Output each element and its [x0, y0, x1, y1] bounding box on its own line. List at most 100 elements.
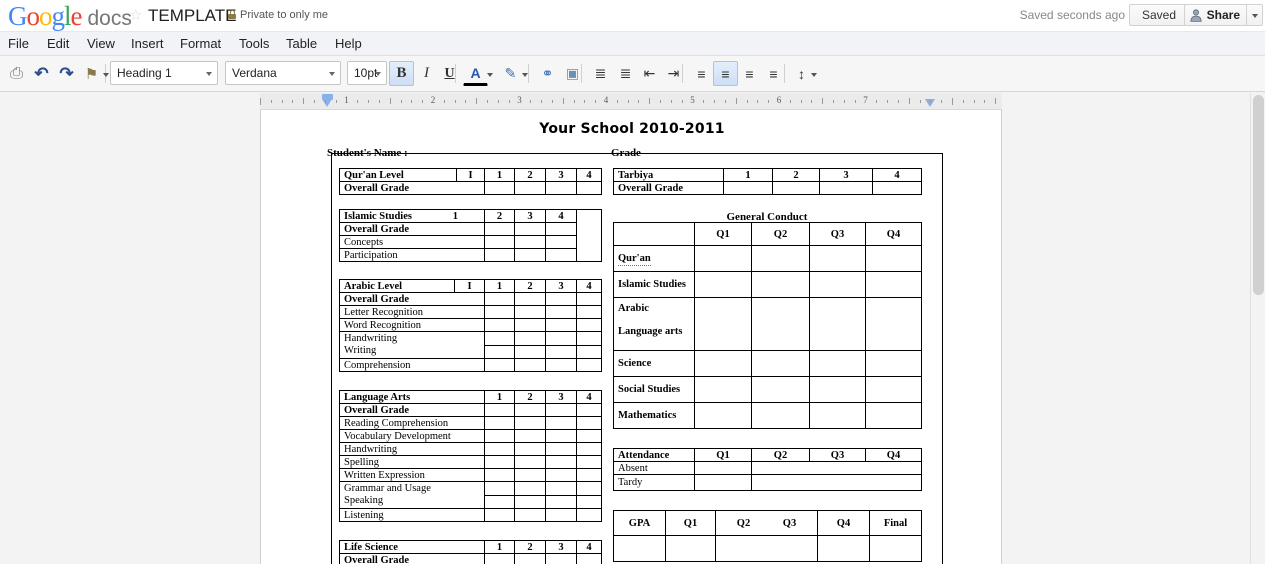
cell-blank[interactable] — [514, 553, 546, 564]
align-right-icon[interactable]: ≡ — [737, 61, 762, 86]
cell-overall-grade[interactable]: Overall Grade — [339, 292, 485, 306]
cell-blank[interactable] — [514, 292, 546, 306]
table-arabic-level[interactable]: Arabic Level I 1 2 3 4 Overall Grade Let… — [339, 279, 602, 372]
cell-blank[interactable] — [809, 402, 866, 429]
menu-help[interactable]: Help — [328, 32, 369, 56]
cell-q3[interactable]: 3 — [545, 540, 577, 554]
cell-q3[interactable]: 3 — [819, 168, 873, 182]
bulleted-list-icon[interactable]: ≣ — [613, 61, 638, 86]
table-tarbiya[interactable]: Tarbiya 1 2 3 4 Overall Grade — [613, 168, 922, 195]
cell-listening[interactable]: Listening — [339, 508, 485, 522]
cell-blank[interactable] — [576, 181, 602, 195]
menu-format[interactable]: Format — [173, 32, 228, 56]
table-general-conduct[interactable]: Q1 Q2 Q3 Q4 Qur'an Islamic Studies Arabi… — [613, 222, 922, 429]
line-spacing-dropdown[interactable] — [808, 61, 820, 86]
cell-blank[interactable] — [576, 455, 602, 469]
cell-blank[interactable] — [576, 494, 602, 509]
cell-word-recognition[interactable]: Word Recognition — [339, 318, 485, 332]
table-quran-level[interactable]: Qur'an Level I 1 2 3 4 Overall Grade — [339, 168, 602, 195]
cell-blank[interactable] — [809, 376, 866, 403]
insert-image-icon[interactable]: ▣ — [560, 61, 585, 86]
cell-blank[interactable] — [545, 455, 577, 469]
menu-file[interactable]: File — [1, 32, 36, 56]
cell-q1[interactable]: Q1 — [665, 510, 716, 536]
cell-blank[interactable] — [545, 358, 577, 372]
cell-blank[interactable] — [484, 508, 515, 522]
bold-icon[interactable]: B — [389, 61, 414, 86]
cell-q3[interactable]: 3 — [545, 279, 577, 293]
font-family-select[interactable]: Verdana — [225, 61, 341, 85]
cell-letter-recognition[interactable]: Letter Recognition — [339, 305, 485, 319]
cell-science[interactable]: Science — [613, 350, 695, 377]
cell-blank[interactable] — [809, 297, 866, 351]
paint-format-dropdown[interactable] — [100, 61, 112, 86]
cell-blank[interactable] — [484, 222, 515, 236]
cell-blank[interactable] — [751, 271, 810, 298]
cell-written-expression[interactable]: Written Expression — [339, 468, 485, 482]
cell-q2[interactable]: 2 — [514, 279, 546, 293]
cell-blank[interactable] — [751, 376, 810, 403]
cell-blank[interactable] — [484, 358, 515, 372]
cell-q2[interactable]: 2 — [484, 209, 515, 223]
cell-q2-q3-merged[interactable]: Q2 Q3 — [715, 510, 818, 536]
cell-blank[interactable] — [545, 222, 577, 236]
cell-blank[interactable] — [545, 494, 577, 509]
cell-blank[interactable] — [484, 553, 515, 564]
cell-blank[interactable] — [576, 403, 602, 417]
menu-table[interactable]: Table — [279, 32, 324, 56]
cell-blank[interactable] — [514, 181, 546, 195]
cell-blank[interactable] — [865, 245, 922, 272]
cell-q1[interactable]: 1 — [484, 279, 515, 293]
cell-language-arts[interactable]: Language Arts — [339, 390, 485, 404]
saved-button[interactable]: Saved — [1128, 4, 1189, 26]
cell-blank[interactable] — [545, 344, 577, 359]
align-left-icon[interactable]: ≡ — [689, 61, 714, 86]
cell-spelling[interactable]: Spelling — [339, 455, 485, 469]
cell-islamic-studies[interactable]: Islamic Studies 1 — [339, 209, 485, 223]
numbered-list-icon[interactable]: ≣ — [588, 61, 613, 86]
cell-blank[interactable] — [576, 553, 602, 564]
cell-blank[interactable] — [576, 442, 602, 456]
vertical-scrollbar[interactable] — [1250, 93, 1265, 564]
cell-quran-level[interactable]: Qur'an Level — [339, 168, 457, 182]
cell-blank[interactable] — [694, 245, 752, 272]
cell-blank[interactable] — [576, 344, 602, 359]
table-islamic-studies[interactable]: Islamic Studies 1 2 3 4 Overall Grade Con… — [339, 209, 602, 262]
cell-blank[interactable] — [715, 535, 818, 562]
cell-blank[interactable] — [869, 535, 922, 562]
cell-q3[interactable]: Q3 — [809, 222, 866, 246]
cell-overall-grade[interactable]: Overall Grade — [613, 181, 724, 195]
cell-blank[interactable] — [809, 350, 866, 377]
cell-blank[interactable] — [865, 376, 922, 403]
cell-reading-comprehension[interactable]: Reading Comprehension — [339, 416, 485, 430]
cell-blank[interactable] — [484, 494, 515, 509]
cell-q1[interactable]: Q1 — [694, 448, 752, 462]
left-indent-marker[interactable] — [322, 94, 333, 107]
cell-blank[interactable] — [484, 305, 515, 319]
cell-empty-corner[interactable] — [613, 222, 695, 246]
cell-blank[interactable] — [484, 468, 515, 482]
cell-blank[interactable] — [576, 331, 602, 346]
scrollbar-thumb[interactable] — [1253, 95, 1264, 295]
cell-blank[interactable] — [514, 331, 546, 346]
cell-q2[interactable]: 2 — [514, 390, 546, 404]
cell-blank[interactable] — [484, 416, 515, 430]
italic-icon[interactable]: I — [414, 61, 439, 86]
cell-final[interactable]: Final — [869, 510, 922, 536]
cell-q4[interactable]: 4 — [545, 209, 577, 223]
cell-blank[interactable] — [484, 181, 515, 195]
cell-q4[interactable]: Q4 — [865, 448, 922, 462]
cell-blank[interactable] — [751, 245, 810, 272]
cell-blank[interactable] — [576, 468, 602, 482]
cell-arabic-level[interactable]: Arabic Level — [339, 279, 455, 293]
text-color-dropdown[interactable] — [484, 61, 496, 86]
cell-concepts[interactable]: Concepts — [339, 235, 485, 249]
cell-blank[interactable] — [514, 235, 546, 249]
share-dropdown-arrow[interactable] — [1247, 4, 1263, 26]
table-gpa[interactable]: GPA Q1 Q2 Q3 Q4 Final — [613, 510, 922, 562]
cell-blank[interactable] — [514, 429, 546, 443]
cell-blank[interactable] — [694, 402, 752, 429]
cell-gpa[interactable]: GPA — [613, 510, 666, 536]
cell-blank[interactable] — [576, 416, 602, 430]
cell-q3[interactable]: Q3 — [809, 448, 866, 462]
